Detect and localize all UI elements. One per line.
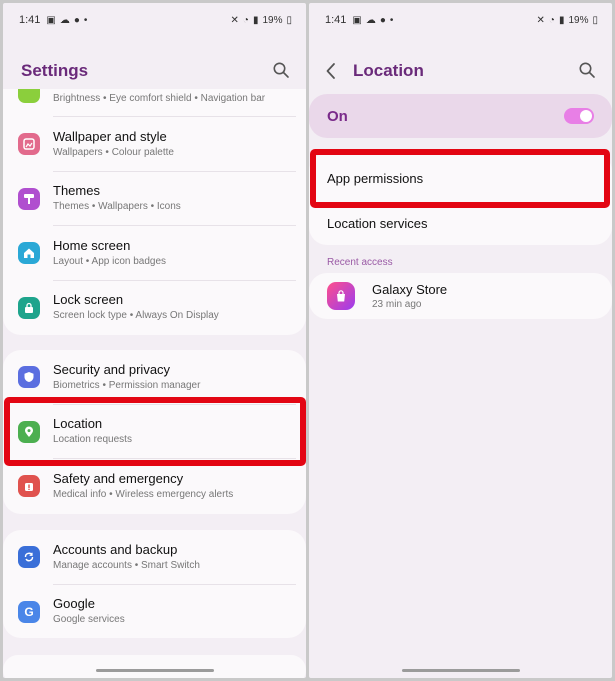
gallery-notification-icon: ▣ (46, 14, 56, 26)
item-sub: Wallpapers • Colour palette (53, 146, 174, 158)
settings-item-accounts[interactable]: Accounts and backup Manage accounts • Sm… (3, 530, 306, 585)
location-services-item[interactable]: Location services (309, 201, 612, 245)
settings-group-accounts: Accounts and backup Manage accounts • Sm… (3, 530, 306, 638)
location-options-card: App permissions Location services (309, 153, 612, 245)
themes-icon (18, 187, 40, 210)
settings-group-display: Brightness • Eye comfort shield • Naviga… (3, 89, 306, 335)
item-label: Safety and emergency (53, 470, 184, 486)
wifi-icon: ◔ (242, 14, 249, 26)
gallery-notification-icon: ▣ (352, 14, 362, 26)
item-sub: Google services (53, 614, 125, 626)
app-bar: Location (309, 55, 612, 87)
search-icon[interactable] (272, 61, 290, 79)
item-label: Lock screen (53, 292, 124, 308)
item-sub: Medical info • Wireless emergency alerts (53, 488, 234, 500)
bulb-icon: ● (379, 14, 386, 26)
item-label: Wallpaper and style (53, 128, 167, 144)
lock-icon (18, 296, 40, 319)
mute-icon: ✕ (230, 14, 239, 26)
item-sub: Layout • App icon badges (53, 255, 167, 267)
item-sub: Biometrics • Permission manager (53, 379, 201, 391)
signal-icon: ▮ (558, 14, 565, 26)
search-icon[interactable] (578, 61, 596, 79)
dot-icon: • (83, 14, 88, 26)
battery-percent: 19% (568, 14, 589, 26)
bulb-icon: ● (73, 14, 80, 26)
status-time: 1:41 (325, 14, 347, 26)
item-label: Home screen (53, 237, 131, 253)
mute-icon: ✕ (536, 14, 545, 26)
toggle-knob (580, 110, 592, 122)
item-sub: Screen lock type • Always On Display (53, 310, 219, 322)
settings-item-google[interactable]: G Google Google services (3, 585, 306, 639)
settings-screen: 1:41 ▣ ☁ ● • ✕ ◔ ▮ 19% ▯ Settings Bright… (3, 3, 306, 678)
recent-access-header: Recent access (327, 257, 393, 268)
item-sub: Location requests (53, 434, 132, 446)
settings-group-security: Security and privacy Biometrics • Permis… (3, 350, 306, 514)
page-title: Settings (21, 61, 89, 80)
item-sub: Manage accounts • Smart Switch (53, 559, 200, 571)
status-time: 1:41 (19, 14, 41, 26)
app-permissions-label: App permissions (327, 170, 424, 186)
settings-item-lock-screen[interactable]: Lock screen Screen lock type • Always On… (3, 281, 306, 336)
item-label: Themes (53, 183, 100, 199)
recent-access-card: Galaxy Store 23 min ago (309, 273, 612, 319)
display-item-sub: Brightness • Eye comfort shield • Naviga… (53, 93, 266, 104)
settings-item-location[interactable]: Location Location requests (3, 405, 306, 459)
location-pin-icon (18, 420, 40, 443)
dot-icon: • (389, 14, 394, 26)
location-screen: 1:41 ▣ ☁ ● • ✕ ◔ ▮ 19% ▯ Location On App… (309, 3, 612, 678)
galaxy-store-icon (327, 282, 355, 310)
back-arrow-icon[interactable] (325, 60, 343, 82)
app-permissions-item[interactable]: App permissions (309, 156, 612, 200)
battery-icon: ▯ (592, 14, 598, 26)
partial-item-display[interactable]: Brightness • Eye comfort shield • Naviga… (3, 89, 306, 117)
page-title: Location (353, 61, 424, 80)
sync-icon (18, 546, 40, 569)
recent-app-name: Galaxy Store (372, 282, 448, 297)
battery-icon: ▯ (286, 14, 292, 26)
item-label: Location (53, 416, 103, 432)
wifi-icon: ◔ (548, 14, 555, 26)
settings-item-wallpaper[interactable]: Wallpaper and style Wallpapers • Colour … (3, 117, 306, 172)
recent-app-time: 23 min ago (372, 299, 422, 310)
google-icon: G (18, 600, 40, 623)
emergency-icon (18, 475, 40, 498)
toggle-label: On (327, 107, 348, 125)
item-label: Security and privacy (53, 361, 171, 377)
settings-item-safety[interactable]: Safety and emergency Medical info • Wire… (3, 459, 306, 514)
status-bar: 1:41 ▣ ☁ ● • ✕ ◔ ▮ 19% ▯ (19, 13, 292, 27)
cloud-icon: ☁ (59, 14, 70, 26)
settings-item-security[interactable]: Security and privacy Biometrics • Permis… (3, 350, 306, 405)
item-label: Google (53, 596, 95, 612)
shield-icon (18, 366, 40, 389)
location-master-toggle-row[interactable]: On (309, 94, 612, 138)
recent-app-item[interactable]: Galaxy Store 23 min ago (309, 273, 612, 319)
location-services-label: Location services (327, 215, 428, 231)
status-bar: 1:41 ▣ ☁ ● • ✕ ◔ ▮ 19% ▯ (325, 13, 598, 27)
wallpaper-icon (18, 133, 40, 156)
item-sub: Themes • Wallpapers • Icons (53, 201, 181, 213)
home-indicator[interactable] (95, 669, 214, 672)
display-icon (18, 89, 40, 103)
settings-item-home-screen[interactable]: Home screen Layout • App icon badges (3, 226, 306, 281)
item-label: Accounts and backup (53, 541, 178, 557)
signal-icon: ▮ (252, 14, 259, 26)
cloud-icon: ☁ (365, 14, 376, 26)
battery-percent: 19% (262, 14, 283, 26)
location-toggle[interactable] (564, 108, 594, 124)
home-indicator[interactable] (401, 669, 520, 672)
settings-group-next (3, 655, 306, 678)
settings-item-themes[interactable]: Themes Themes • Wallpapers • Icons (3, 172, 306, 226)
home-icon (18, 242, 40, 265)
app-bar: Settings (3, 55, 306, 87)
